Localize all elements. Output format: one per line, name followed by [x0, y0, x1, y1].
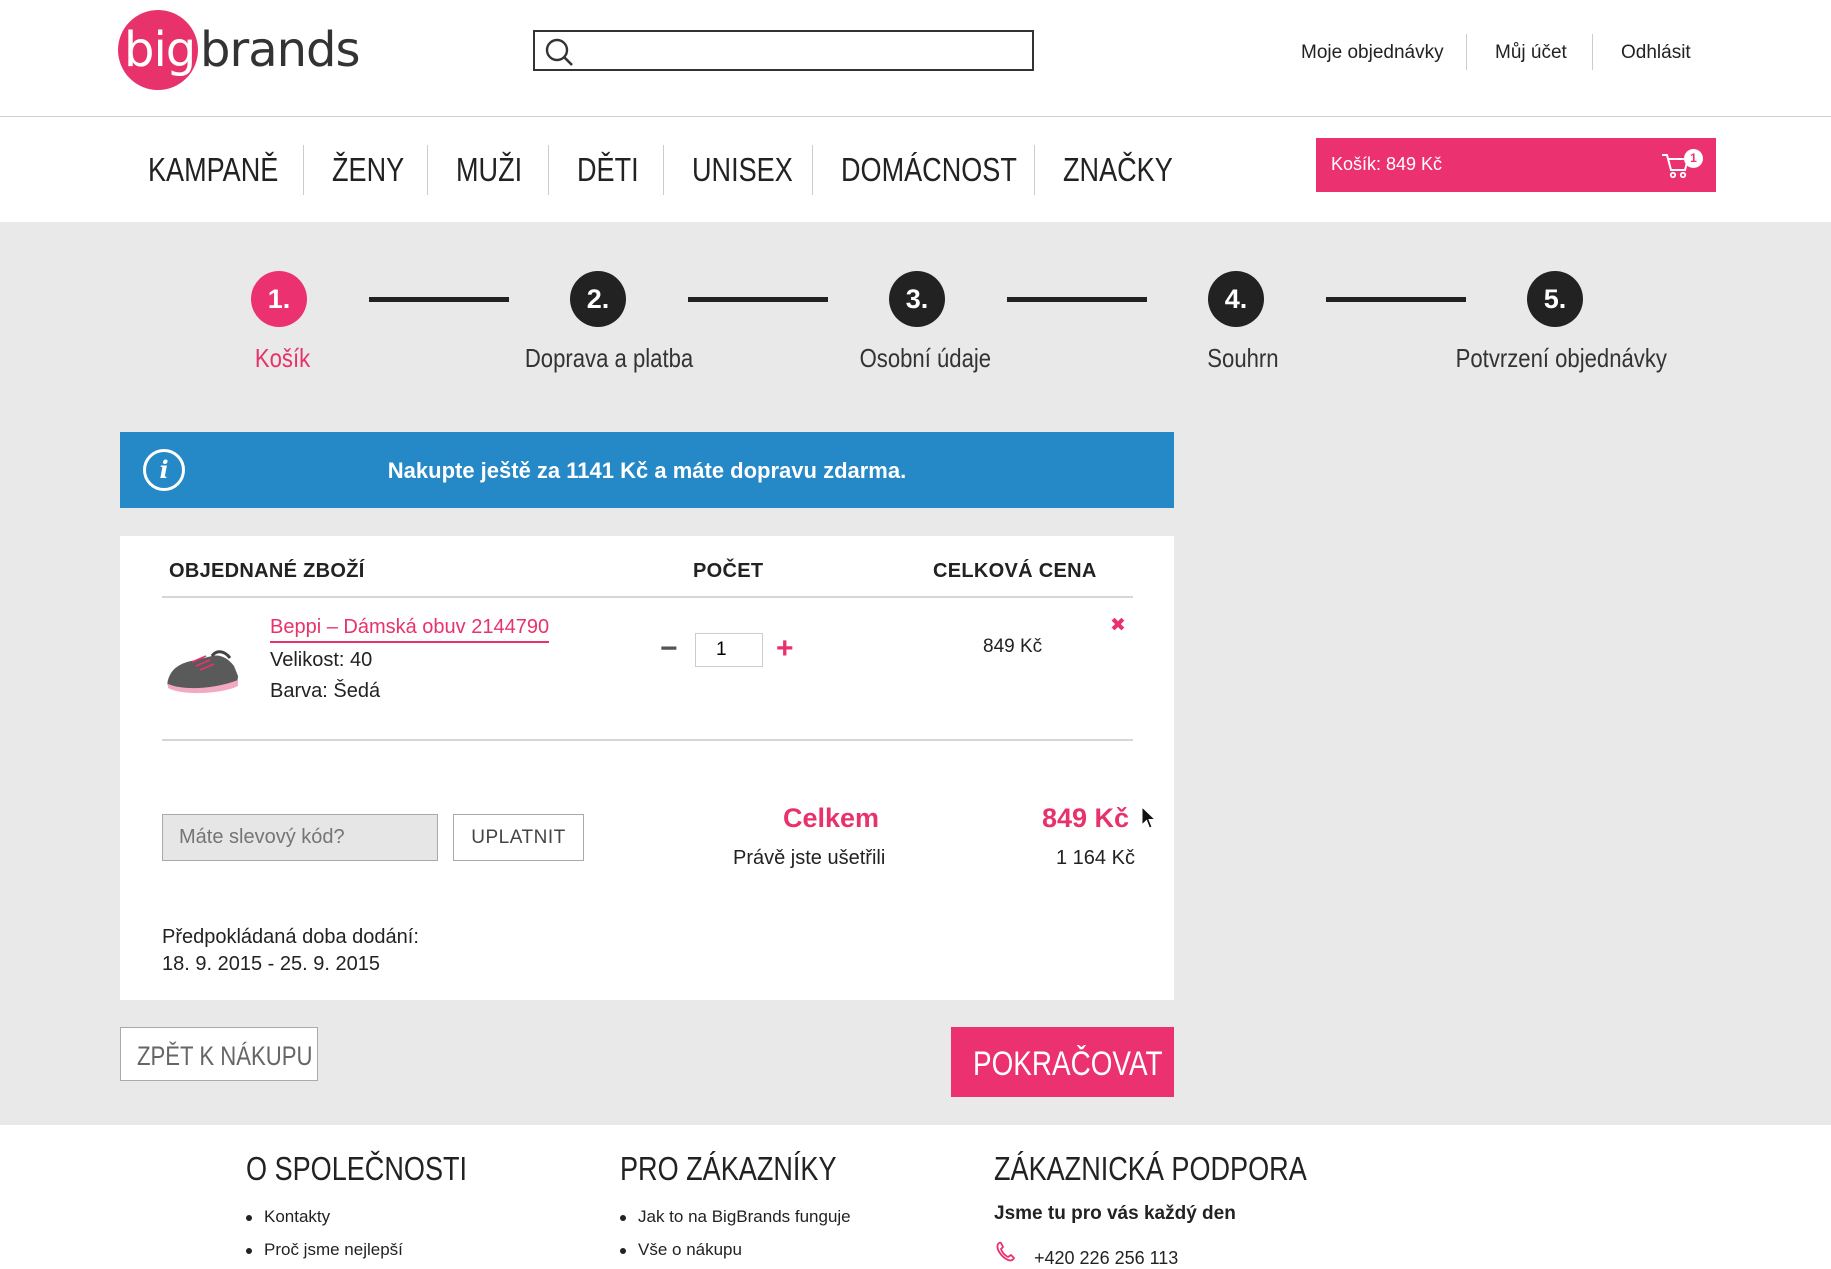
nav-item-unisex[interactable]: UNISEX: [692, 151, 793, 189]
delivery-estimate-label: Předpokládaná doba dodání:: [162, 926, 419, 948]
product-color: Barva: Šedá: [270, 680, 381, 702]
bigbrands-logo[interactable]: big brands: [118, 10, 361, 90]
footer-link-how-it-works[interactable]: Jak to na BigBrands funguje: [620, 1207, 851, 1227]
quantity-input[interactable]: [695, 633, 763, 667]
increase-quantity-button[interactable]: +: [776, 634, 794, 664]
step-2-circle: 2.: [570, 271, 626, 327]
nav-item-deti[interactable]: DĚTI: [577, 151, 639, 189]
nav-item-domacnost[interactable]: DOMÁCNOST: [841, 151, 1017, 189]
cart-count-badge: 1: [1684, 149, 1703, 168]
column-header-total-price: CELKOVÁ CENA: [933, 560, 1097, 582]
free-shipping-message: Nakupte ještě za 1141 Kč a máte dopravu …: [387, 458, 907, 483]
footer-link-contacts[interactable]: Kontakty: [245, 1207, 330, 1227]
my-account-link[interactable]: Můj účet: [1495, 42, 1567, 64]
continue-label: POKRAČOVAT: [973, 1045, 1163, 1083]
nav-divider: [812, 145, 813, 195]
footer-link-why-best[interactable]: Proč jsme nejlepší: [246, 1240, 403, 1260]
search-box[interactable]: [533, 30, 1034, 71]
decrease-quantity-button[interactable]: −: [660, 634, 678, 664]
step-connector: [1326, 297, 1466, 302]
product-size: Velikost: 40: [270, 649, 373, 671]
step-4-label: Souhrn: [1207, 343, 1279, 373]
step-3-label: Osobní údaje: [859, 343, 992, 373]
column-header-quantity: POČET: [693, 560, 764, 582]
nav-divider: [427, 145, 428, 195]
nav-divider: [663, 145, 664, 195]
nav-divider: [303, 145, 304, 195]
step-5-label: Potvrzení objednávky: [1455, 343, 1667, 373]
footer-customers-title: PRO ZÁKAZNÍKY: [620, 1150, 837, 1187]
delivery-estimate-dates: 18. 9. 2015 - 25. 9. 2015: [162, 953, 380, 975]
savings-value: 1 164 Kč: [1056, 847, 1135, 869]
nav-item-muzi[interactable]: MUŽI: [456, 151, 522, 189]
total-label: Celkem: [783, 803, 880, 833]
footer-support-title: ZÁKAZNICKÁ PODPORA: [994, 1150, 1307, 1187]
nav-divider: [1034, 145, 1035, 195]
my-orders-link[interactable]: Moje objednávky: [1301, 42, 1444, 64]
top-header: big brands Moje objednávky Můj účet Odhl…: [0, 0, 1831, 117]
nav-divider: [548, 145, 549, 195]
cart-total-label: Košík: 849 Kč: [1331, 154, 1443, 174]
apply-promo-button[interactable]: UPLATNIT: [453, 814, 584, 861]
step-connector: [1007, 297, 1147, 302]
header-divider: [1466, 34, 1467, 70]
nav-item-zeny[interactable]: ŽENY: [332, 151, 404, 189]
search-input[interactable]: [585, 36, 1029, 66]
step-4-circle: 4.: [1208, 271, 1264, 327]
logo-brands-text: brands: [200, 22, 361, 78]
footer-support-subtitle: Jsme tu pro vás každý den: [994, 1203, 1236, 1224]
search-icon[interactable]: [545, 38, 575, 68]
back-to-shopping-button[interactable]: ZPĚT K NÁKUPU: [120, 1027, 318, 1081]
mouse-cursor-icon: [1141, 806, 1157, 829]
logout-link[interactable]: Odhlásit: [1621, 42, 1691, 64]
product-name-link[interactable]: Beppi – Dámská obuv 2144790: [270, 616, 550, 643]
step-connector: [688, 297, 828, 302]
remove-item-icon[interactable]: ✖: [1110, 614, 1126, 637]
nav-item-znacky[interactable]: ZNAČKY: [1063, 151, 1173, 189]
cart-panel: OBJEDNANÉ ZBOŽÍ POČET CELKOVÁ CENA Beppi…: [120, 536, 1174, 1000]
step-1-circle: 1.: [251, 271, 307, 327]
nav-item-kampane[interactable]: KAMPANĚ: [148, 151, 278, 189]
promo-code-input[interactable]: [162, 814, 438, 861]
continue-button[interactable]: POKRAČOVAT: [951, 1027, 1174, 1097]
product-image[interactable]: [162, 614, 242, 704]
phone-icon: [996, 1241, 1016, 1262]
table-divider: [162, 739, 1133, 741]
footer-company-title: O SPOLEČNOSTI: [246, 1150, 468, 1187]
step-1-label: Košík: [254, 343, 311, 373]
footer-support-phone[interactable]: +420 226 256 113: [1034, 1248, 1178, 1269]
column-header-products: OBJEDNANÉ ZBOŽÍ: [169, 560, 365, 582]
step-3-circle: 3.: [889, 271, 945, 327]
header-divider: [1592, 34, 1593, 70]
back-to-shopping-label: ZPĚT K NÁKUPU: [137, 1041, 313, 1071]
cart-button[interactable]: Košík: 849 Kč 1: [1316, 138, 1716, 192]
savings-label: Právě jste ušetřili: [733, 847, 886, 869]
free-shipping-banner: i Nakupte ještě za 1141 Kč a máte doprav…: [120, 432, 1174, 508]
item-total-price: 849 Kč: [983, 636, 1043, 657]
total-value: 849 Kč: [1042, 803, 1130, 833]
table-divider: [162, 596, 1133, 598]
footer-link-shopping-info[interactable]: Vše o nákupu: [620, 1240, 742, 1260]
logo-big-text: big: [124, 22, 196, 78]
step-5-circle: 5.: [1527, 271, 1583, 327]
step-2-label: Doprava a platba: [524, 343, 694, 373]
step-connector: [369, 297, 509, 302]
